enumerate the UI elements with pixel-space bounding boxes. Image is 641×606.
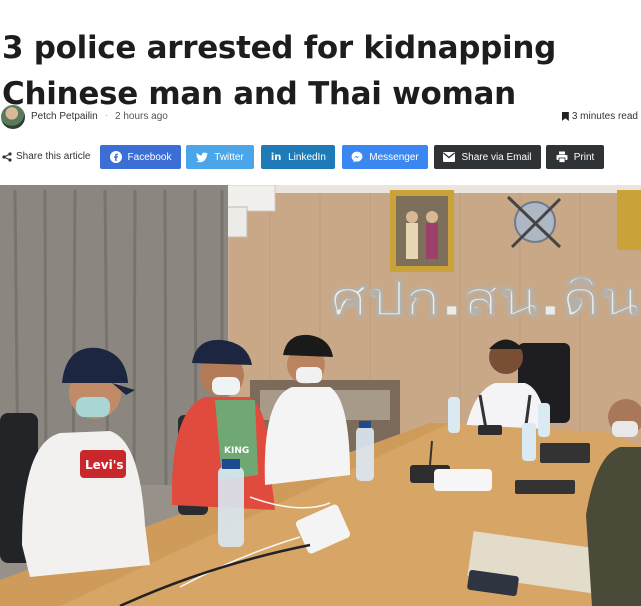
linkedin-label: LinkedIn	[288, 151, 326, 163]
messenger-share-button[interactable]: Messenger	[342, 145, 428, 169]
bookmark-icon	[561, 112, 569, 121]
read-time-label: 3 minutes read	[571, 111, 638, 122]
photo-scene: ศปก.สน.ดิน Levi's KING	[0, 185, 641, 606]
author-avatar[interactable]	[1, 105, 25, 129]
wall-sign-text: ศปก.สน.ดิน	[330, 271, 640, 327]
share-bar: Share this article Facebook Twitter in L…	[0, 145, 641, 169]
facebook-icon	[109, 151, 122, 163]
print-button[interactable]: Print	[546, 145, 604, 169]
messenger-icon	[351, 151, 363, 163]
twitter-icon	[196, 151, 209, 163]
tshirt-print-text: Levi's	[85, 458, 124, 472]
messenger-label: Messenger	[369, 151, 419, 163]
facebook-share-button[interactable]: Facebook	[100, 145, 181, 169]
email-share-button[interactable]: Share via Email	[434, 145, 541, 169]
print-label: Print	[573, 151, 595, 163]
article-headline: 3 police arrested for kidnapping Chinese…	[2, 29, 557, 112]
twitter-label: Twitter	[214, 151, 244, 163]
linkedin-share-button[interactable]: in LinkedIn	[261, 145, 335, 169]
print-icon	[556, 151, 568, 163]
shirt-print-text: KING	[224, 446, 249, 456]
share-label: Share this article	[2, 151, 90, 162]
twitter-share-button[interactable]: Twitter	[186, 145, 254, 169]
read-time: 3 minutes read	[561, 111, 638, 122]
email-label: Share via Email	[461, 151, 532, 163]
email-icon	[443, 151, 456, 163]
author-name[interactable]: Petch Petpailin	[31, 111, 98, 122]
meta-separator: ·	[105, 110, 109, 121]
publish-time: 2 hours ago	[115, 111, 168, 122]
facebook-label: Facebook	[127, 151, 172, 163]
share-label-text: Share this article	[16, 151, 91, 162]
linkedin-icon: in	[270, 151, 282, 163]
article-meta: Petch Petpailin · 2 hours ago 3 minutes …	[0, 104, 641, 130]
share-icon	[2, 151, 12, 162]
article-photo: ศปก.สน.ดิน Levi's KING	[0, 185, 641, 606]
